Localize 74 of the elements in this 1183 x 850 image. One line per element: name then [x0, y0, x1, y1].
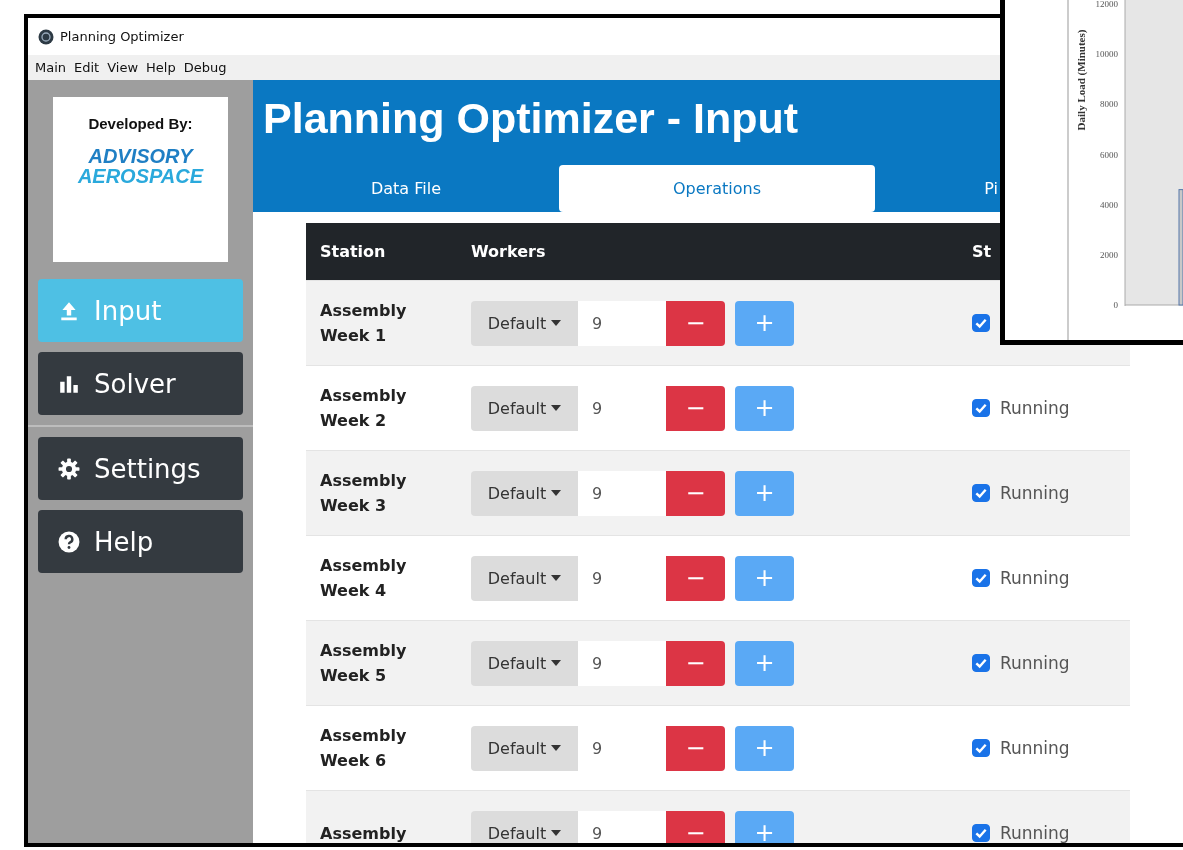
- menu-item[interactable]: View: [103, 60, 143, 75]
- settings-icon: [58, 457, 80, 480]
- decrease-button[interactable]: −: [666, 470, 725, 516]
- menu-item[interactable]: Main: [31, 60, 71, 75]
- caret-icon: [551, 320, 562, 326]
- caret-icon: [551, 660, 562, 666]
- station-name: Assembly Week 1: [319, 300, 408, 347]
- status-checkbox[interactable]: [972, 824, 990, 842]
- tick-label: 8000: [1100, 99, 1118, 110]
- status-checkbox[interactable]: [972, 739, 990, 757]
- caret-icon: [551, 830, 562, 836]
- status-checkbox[interactable]: [972, 484, 990, 502]
- mode-dropdown[interactable]: Default: [471, 300, 578, 346]
- workers-input[interactable]: 9: [578, 470, 666, 516]
- menu-item[interactable]: Edit: [70, 60, 104, 75]
- status-label: Running: [1000, 568, 1070, 588]
- station-name: Assembly Week 3: [319, 470, 408, 517]
- tick-label: 0: [1113, 300, 1118, 310]
- status-label: Running: [1000, 398, 1070, 418]
- decrease-button[interactable]: −: [666, 640, 725, 686]
- status-label: Running: [1000, 823, 1070, 843]
- mode-dropdown[interactable]: Default: [471, 640, 578, 686]
- column-header: Workers: [471, 242, 547, 261]
- workers-input[interactable]: 9: [578, 300, 666, 346]
- status-checkbox[interactable]: [972, 399, 990, 417]
- status-label: Running: [1000, 653, 1070, 673]
- status-checkbox[interactable]: [972, 569, 990, 587]
- mode-dropdown[interactable]: Default: [471, 385, 578, 431]
- decrease-button[interactable]: −: [666, 555, 725, 601]
- workers-input[interactable]: 9: [578, 640, 666, 686]
- tab[interactable]: Data File: [253, 165, 559, 212]
- help-icon: [58, 530, 80, 553]
- column-header: Station: [319, 242, 387, 261]
- sidebar-button[interactable]: Settings: [38, 437, 243, 500]
- station-name: Assembly Week 6: [319, 725, 408, 772]
- status-checkbox[interactable]: [972, 314, 990, 332]
- mode-dropdown[interactable]: Default: [471, 725, 578, 771]
- decrease-button[interactable]: −: [666, 810, 725, 843]
- tick-label: 6000: [1100, 149, 1118, 160]
- tab[interactable]: Pi: [875, 165, 1000, 212]
- credit-text: Developed By:: [88, 115, 193, 132]
- caret-icon: [551, 490, 562, 496]
- company-logo: ADVISORY AEROSPACE: [77, 146, 204, 186]
- axis-title: Daily Load (Minutes): [1075, 29, 1087, 131]
- caret-icon: [551, 575, 562, 581]
- decrease-button[interactable]: −: [666, 300, 725, 346]
- mode-dropdown[interactable]: Default: [471, 810, 578, 843]
- column-header: St: [972, 242, 992, 261]
- menu-item[interactable]: Help: [142, 60, 180, 75]
- tick-label: 12000: [1095, 0, 1118, 9]
- menu-item[interactable]: Debug: [179, 60, 231, 75]
- caret-icon: [551, 405, 562, 411]
- sidebar-button[interactable]: Solver: [38, 352, 243, 415]
- window-title: Planning Optimizer: [60, 29, 184, 44]
- decrease-button[interactable]: −: [666, 725, 725, 771]
- sidebar-button[interactable]: Help: [38, 510, 243, 573]
- mode-dropdown[interactable]: Default: [471, 470, 578, 516]
- tick-label: 2000: [1100, 249, 1118, 260]
- tab[interactable]: Operations: [559, 165, 875, 212]
- app-icon: [38, 28, 54, 45]
- status-label: Running: [1000, 738, 1070, 758]
- status-label: Running: [1000, 483, 1070, 503]
- page-title: Planning Optimizer - Input: [262, 93, 800, 144]
- station-name: Assembly Week 2: [319, 385, 408, 432]
- station-name: Assembly: [319, 822, 408, 843]
- workers-input[interactable]: 9: [578, 810, 666, 843]
- station-name: Assembly Week 4: [319, 555, 408, 602]
- decrease-button[interactable]: −: [666, 385, 725, 431]
- tick-label: 4000: [1100, 199, 1118, 210]
- station-name: Assembly Week 5: [319, 640, 408, 687]
- caret-icon: [551, 745, 562, 751]
- mode-dropdown[interactable]: Default: [471, 555, 578, 601]
- status-checkbox[interactable]: [972, 654, 990, 672]
- tick-label: 10000: [1095, 49, 1118, 60]
